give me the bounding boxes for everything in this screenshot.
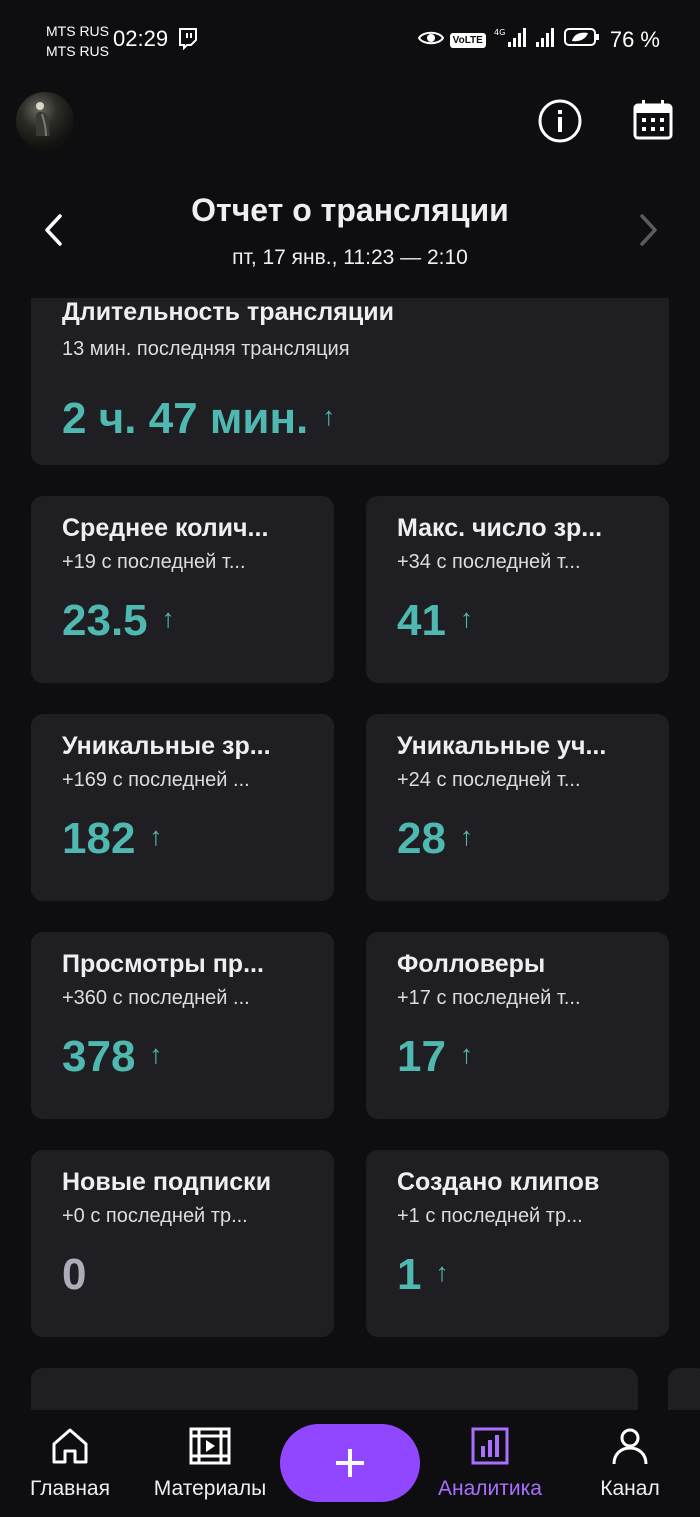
page-title: Отчет о трансляции [191,192,509,228]
carrier-names: MTS RUS MTS RUS [46,21,109,61]
card-subtitle: +360 с последней ... [62,987,250,1009]
arrow-up-icon: ↑ [459,602,473,633]
card-subtitle: +1 с последней тр... [397,1205,583,1227]
chevron-right-icon [634,212,662,253]
arrow-up-icon: ↑ [459,820,473,851]
card-title: Просмотры пр... [62,950,264,978]
card-title: Новые подписки [62,1168,272,1196]
card-subtitle: +34 с последней т... [397,551,581,573]
card-value: 0 [62,1250,86,1300]
avatar[interactable] [16,92,74,150]
stat-card-unique-viewers[interactable]: Уникальные зр... +169 с последней ... 18… [31,714,334,901]
plus-icon [336,1449,364,1477]
card-title: Уникальные зр... [62,732,271,760]
card-value-text: 41 [397,596,446,645]
create-button[interactable] [280,1424,420,1502]
twitch-notification-icon [178,28,198,55]
card-subtitle: +169 с последней ... [62,769,250,791]
arrow-up-icon: ↑ [149,1038,163,1069]
card-value-text: 378 [62,1032,136,1081]
signal-icon [534,26,558,54]
card-title: Среднее колич... [62,514,269,542]
arrow-up-icon: ↑ [435,1256,449,1287]
card-value-text: 0 [62,1250,87,1299]
card-value: 17 ↑ [397,1032,473,1082]
nav-channel[interactable]: Канал [586,1426,674,1501]
card-title: Создано клипов [397,1168,600,1196]
volte-badge: VoLTE [449,32,486,48]
card-value-text: 28 [397,814,446,863]
card-value-text: 23.5 [62,596,148,645]
status-bar: MTS RUS MTS RUS 02:29 VoLTE 4G 76 % [0,0,700,80]
stat-card-avg-viewers[interactable]: Среднее колич... +19 с последней т... 23… [31,496,334,683]
arrow-up-icon: ↑ [322,400,336,431]
card-subtitle: +0 с последней тр... [62,1205,248,1227]
card-subtitle: +24 с последней т... [397,769,581,791]
calendar-icon[interactable] [632,99,674,146]
battery-percent: 76 % [609,27,660,52]
nav-label: Главная [30,1477,110,1500]
svg-text:4G: 4G [494,28,505,37]
signal-4g-icon: 4G [492,26,528,54]
carrier-1: MTS RUS [46,23,109,39]
card-value: 41 ↑ [397,596,473,646]
stat-card-followers[interactable]: Фолловеры +17 с последней т... 17 ↑ [366,932,669,1119]
card-title: Уникальные уч... [397,732,607,760]
clock: 02:29 [113,26,169,51]
home-icon [50,1426,90,1471]
card-value-text: 2 ч. 47 мин. [62,394,309,443]
stat-card-views[interactable]: Просмотры пр... +360 с последней ... 378… [31,932,334,1119]
nav-content[interactable]: Материалы [142,1426,278,1501]
stat-card-unique-chatters[interactable]: Уникальные уч... +24 с последней т... 28… [366,714,669,901]
stat-card-max-viewers[interactable]: Макс. число зр... +34 с последней т... 4… [366,496,669,683]
info-icon[interactable] [537,98,583,149]
card-title: Фолловеры [397,950,546,978]
card-value: 182 ↑ [62,814,162,864]
card-value-text: 1 [397,1250,422,1299]
bottom-nav: Главная Материалы Аналитика Канал [0,1410,700,1517]
nav-home[interactable]: Главная [18,1426,122,1501]
duration-card[interactable]: Длительность трансляции 13 мин. последня… [31,298,669,465]
analytics-icon [470,1426,510,1471]
report-date-range: пт, 17 янв., 11:23 — 2:10 [232,246,468,269]
nav-label: Материалы [153,1477,267,1500]
card-title: Длительность трансляции [62,298,394,326]
card-value-text: 17 [397,1032,446,1081]
arrow-up-icon: ↑ [161,602,175,633]
arrow-up-icon: ↑ [459,1038,473,1069]
card-value-text: 182 [62,814,136,863]
nav-label: Аналитика [438,1477,542,1500]
card-value: 2 ч. 47 мин. ↑ [62,394,335,444]
carrier-2: MTS RUS [46,43,109,59]
card-value: 23.5 ↑ [62,596,175,646]
eye-icon [417,27,444,53]
card-value: 1 ↑ [397,1250,448,1300]
card-value: 378 ↑ [62,1032,162,1082]
nav-label: Канал [600,1477,660,1500]
nav-analytics[interactable]: Аналитика [426,1426,554,1501]
user-icon [610,1426,650,1471]
card-subtitle: +19 с последней т... [62,551,246,573]
card-value: 28 ↑ [397,814,473,864]
card-title: Макс. число зр... [397,514,603,542]
battery-icon [563,27,600,53]
stat-card-clips[interactable]: Создано клипов +1 с последней тр... 1 ↑ [366,1150,669,1337]
film-icon [188,1426,232,1471]
card-subtitle: 13 мин. последняя трансляция [62,338,350,360]
stat-card-new-subs[interactable]: Новые подписки +0 с последней тр... 0 [31,1150,334,1337]
card-subtitle: +17 с последней т... [397,987,581,1009]
arrow-up-icon: ↑ [149,820,163,851]
